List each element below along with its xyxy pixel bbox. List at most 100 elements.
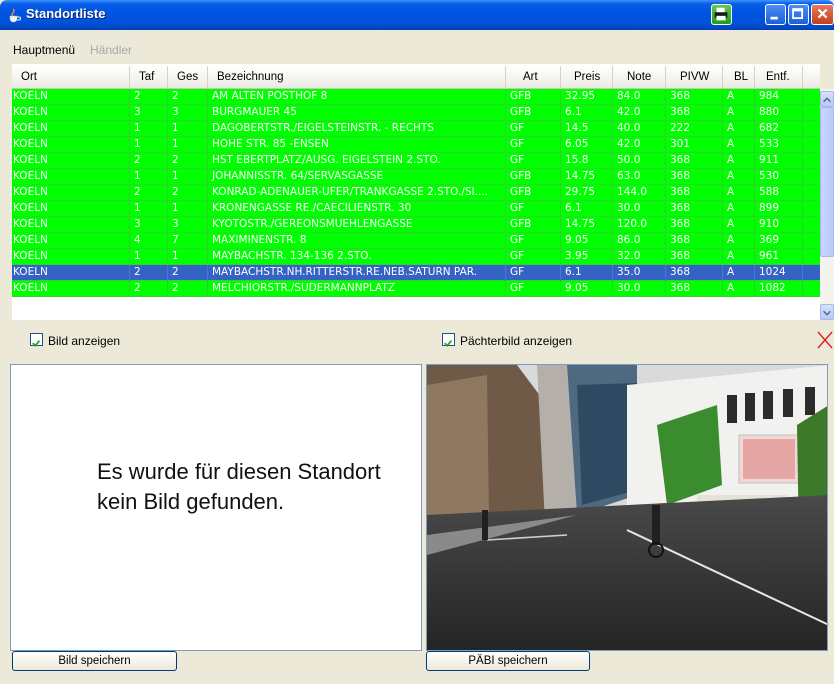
cell-note: 50.0: [613, 153, 666, 169]
table-row[interactable]: KOELN 2 2 MAYBACHSTR.NH.RITTERSTR.RE.NEB.SA…: [12, 265, 820, 281]
show-image-label[interactable]: Bild anzeigen: [48, 334, 120, 348]
cell-ges: 2: [168, 153, 208, 169]
cell-art: GF: [506, 265, 561, 281]
cell-bezeichnung: KYOTOSTR./GEREONSMUEHLENGASSE: [208, 217, 506, 233]
cell-entf: 984: [755, 89, 803, 105]
cell-note: 30.0: [613, 281, 666, 297]
cell-ges: 1: [168, 201, 208, 217]
cell-art: GF: [506, 201, 561, 217]
table-row[interactable]: KOELN 2 2 MELCHIORSTR./SUDERMANNPLATZ GF 9.05…: [12, 281, 820, 297]
cell-note: 120.0: [613, 217, 666, 233]
column-header-note[interactable]: Note: [613, 66, 666, 89]
cell-pivw: 368: [666, 217, 723, 233]
street-photo: [427, 365, 827, 650]
cell-bezeichnung: JOHANNISSTR. 64/SERVASGASSE: [208, 169, 506, 185]
table-row[interactable]: KOELN 1 1 MAYBACHSTR. 134-136 2.STO. GF 3.95 3…: [12, 249, 820, 265]
cell-preis: 14.5: [561, 121, 613, 137]
cell-pivw: 368: [666, 201, 723, 217]
cell-bl: A: [723, 233, 755, 249]
scrollbar-thumb[interactable]: [820, 107, 834, 257]
cell-pivw: 301: [666, 137, 723, 153]
column-header-art[interactable]: Art: [506, 66, 561, 89]
cell-pivw: 368: [666, 233, 723, 249]
cell-ort: KOELN: [12, 249, 130, 265]
cell-bezeichnung: MAYBACHSTR.NH.RITTERSTR.RE.NEB.SATURN PA…: [208, 265, 506, 281]
cell-bl: A: [723, 217, 755, 233]
table-row[interactable]: KOELN 2 2 KONRAD-ADENAUER-UFER/TRANKGASSE 2…: [12, 185, 820, 201]
scroll-up-button[interactable]: [820, 91, 834, 107]
show-tenant-image-checkbox[interactable]: [442, 333, 455, 347]
cell-bl: A: [723, 185, 755, 201]
cell-bl: A: [723, 265, 755, 281]
cell-taf: 4: [130, 233, 168, 249]
show-image-checkbox[interactable]: [30, 333, 43, 347]
cell-taf: 1: [130, 249, 168, 265]
cell-entf: 533: [755, 137, 803, 153]
cell-preis: 6.1: [561, 265, 613, 281]
cell-preis: 14.75: [561, 169, 613, 185]
print-button[interactable]: [711, 4, 732, 25]
menu-bar: Hauptmenü Händler: [0, 30, 834, 64]
column-header-bl[interactable]: BL: [723, 66, 755, 89]
cell-taf: 1: [130, 169, 168, 185]
cell-bezeichnung: AM ALTEN POSTHOF 8: [208, 89, 506, 105]
column-header-ort[interactable]: Ort: [12, 66, 130, 89]
cell-ort: KOELN: [12, 137, 130, 153]
cell-bezeichnung: KONRAD-ADENAUER-UFER/TRANKGASSE 2.STO./S…: [208, 185, 506, 201]
cell-taf: 1: [130, 137, 168, 153]
cell-bezeichnung: KRONENGASSE RE./CAECILIENSTR. 30: [208, 201, 506, 217]
cell-bl: A: [723, 249, 755, 265]
cell-ort: KOELN: [12, 105, 130, 121]
cell-bl: A: [723, 201, 755, 217]
close-x-icon[interactable]: [816, 330, 834, 350]
cell-note: 84.0: [613, 89, 666, 105]
table-row[interactable]: KOELN 1 1 KRONENGASSE RE./CAECILIENSTR. 30 G…: [12, 201, 820, 217]
cell-art: GFB: [506, 185, 561, 201]
table-row[interactable]: KOELN 3 3 KYOTOSTR./GEREONSMUEHLENGASSE GFB 1…: [12, 217, 820, 233]
cell-taf: 2: [130, 153, 168, 169]
save-image-button[interactable]: Bild speichern: [12, 651, 177, 671]
cell-bezeichnung: BURGMAUER 45: [208, 105, 506, 121]
table-row[interactable]: KOELN 1 1 DAGOBERTSTR./EIGELSTEINSTR. - REC…: [12, 121, 820, 137]
column-header-bezeichnung[interactable]: Bezeichnung: [208, 66, 506, 89]
minimize-button[interactable]: [765, 4, 786, 25]
column-header-pivw[interactable]: PIVW: [666, 66, 723, 89]
cell-bezeichnung: MAXIMINENSTR. 8: [208, 233, 506, 249]
table-row[interactable]: KOELN 3 3 BURGMAUER 45 GFB 6.1 42.0 368 A 880: [12, 105, 820, 121]
cell-pivw: 368: [666, 89, 723, 105]
cell-art: GF: [506, 137, 561, 153]
cell-preis: 3.95: [561, 249, 613, 265]
cell-ort: KOELN: [12, 265, 130, 281]
cell-art: GF: [506, 249, 561, 265]
column-header-preis[interactable]: Preis: [561, 66, 613, 89]
cell-note: 30.0: [613, 201, 666, 217]
cell-ort: KOELN: [12, 281, 130, 297]
cell-taf: 2: [130, 281, 168, 297]
maximize-button[interactable]: [788, 4, 809, 25]
table-row[interactable]: KOELN 1 1 HOHE STR. 85 -ENSEN GF 6.05 42.0 301 A…: [12, 137, 820, 153]
column-header-ges[interactable]: Ges: [168, 66, 208, 89]
cell-entf: 899: [755, 201, 803, 217]
save-tenant-image-button[interactable]: PÄBI speichern: [426, 651, 590, 671]
show-tenant-image-label[interactable]: Pächterbild anzeigen: [460, 334, 572, 348]
menu-haendler[interactable]: Händler: [90, 43, 132, 57]
cell-note: 42.0: [613, 137, 666, 153]
table-row[interactable]: KOELN 2 2 AM ALTEN POSTHOF 8 GFB 32.95 84.0 368…: [12, 89, 820, 105]
cell-entf: 1082: [755, 281, 803, 297]
close-button[interactable]: [811, 4, 834, 25]
scroll-down-button[interactable]: [820, 304, 834, 320]
column-header-taf[interactable]: Taf: [130, 66, 168, 89]
menu-hauptmenu[interactable]: Hauptmenü: [13, 43, 75, 57]
cell-ges: 1: [168, 121, 208, 137]
cell-ges: 2: [168, 265, 208, 281]
cell-bezeichnung: DAGOBERTSTR./EIGELSTEINSTR. - RECHTS: [208, 121, 506, 137]
table-row[interactable]: KOELN 2 2 HST EBERTPLATZ/AUSG. EIGELSTEIN 2…: [12, 153, 820, 169]
table-row[interactable]: KOELN 4 7 MAXIMINENSTR. 8 GF 9.05 86.0 368 A 369: [12, 233, 820, 249]
column-header-entf[interactable]: Entf.: [755, 66, 803, 89]
title-bar[interactable]: Standortliste: [0, 0, 834, 30]
table-row[interactable]: KOELN 1 1 JOHANNISSTR. 64/SERVASGASSE GFB 14.…: [12, 169, 820, 185]
cell-ort: KOELN: [12, 185, 130, 201]
cell-bezeichnung: HST EBERTPLATZ/AUSG. EIGELSTEIN 2.STO.: [208, 153, 506, 169]
cell-preis: 9.05: [561, 233, 613, 249]
cell-note: 63.0: [613, 169, 666, 185]
